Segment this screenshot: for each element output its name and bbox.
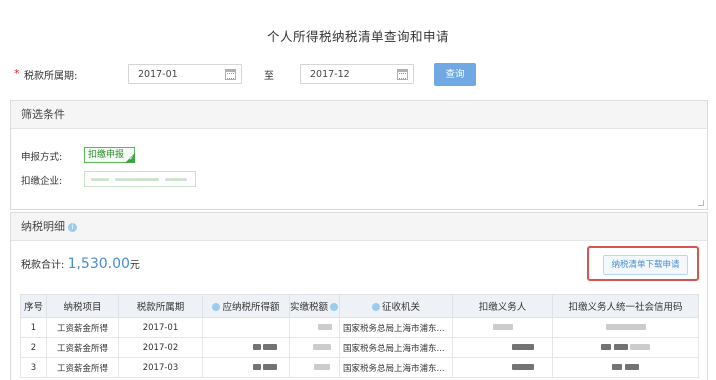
cell-period: 2017-03: [118, 357, 203, 378]
info-icon[interactable]: i: [68, 223, 77, 232]
column-header-label: 实缴税额: [290, 302, 329, 313]
column-header: 应纳税所得额: [202, 294, 290, 318]
redacted-text: [624, 364, 639, 370]
table-row[interactable]: 1 工资薪金所得 2017-01 国家税务总局上海市浦东...: [20, 317, 699, 338]
cell-taxable-income: [202, 317, 290, 338]
cell-period: 2017-02: [118, 337, 203, 358]
total-unit: 元: [129, 260, 140, 271]
column-header: 纳税项目: [46, 294, 119, 318]
declare-method-tag[interactable]: 扣缴申报 ✓: [84, 147, 135, 163]
column-header: 扣缴义务人: [452, 294, 553, 318]
cell-tax-paid: [289, 357, 340, 378]
tax-detail-table: 序号 纳税项目 税款所属期 应纳税所得额 实缴税额 征收机关 扣缴义务人 扣缴义…: [20, 294, 699, 378]
table-header-row: 序号 纳税项目 税款所属期 应纳税所得额 实缴税额 征收机关 扣缴义务人 扣缴义…: [20, 294, 699, 318]
cell-item: 工资薪金所得: [46, 357, 119, 378]
column-header: 实缴税额: [289, 294, 340, 318]
cell-item: 工资薪金所得: [46, 317, 119, 338]
detail-panel-title: 纳税明细: [21, 220, 65, 233]
column-header: 扣缴义务人统一社会信用码: [552, 294, 699, 318]
redacted-text: [612, 364, 623, 370]
cell-withholder: [452, 337, 553, 358]
cell-withholder: [452, 357, 553, 378]
cell-authority: 国家税务总局上海市浦东...: [339, 357, 453, 378]
redacted-text: [317, 324, 332, 330]
declare-method-label: 申报方式:: [21, 152, 63, 163]
table-row[interactable]: 2 工资薪金所得 2017-02 国家税务总局上海市浦东...: [20, 337, 699, 358]
redacted-text: [600, 344, 611, 350]
declare-method-tag-label: 扣缴申报: [88, 150, 125, 160]
to-label: 至: [264, 71, 274, 82]
redacted-text: [511, 364, 534, 370]
start-date-input[interactable]: 2017-01: [128, 64, 242, 84]
cell-taxable-income: [202, 337, 290, 358]
cell-tax-paid: [289, 317, 340, 338]
query-row: * 税款所属期: 2017-01 至 2017-12 查询: [0, 58, 716, 88]
query-button[interactable]: 查询: [434, 63, 476, 86]
redacted-text: [605, 324, 646, 330]
column-header: 序号: [20, 294, 47, 318]
start-date-value: 2017-01: [138, 69, 178, 80]
info-icon[interactable]: [371, 303, 380, 311]
redacted-text: [263, 344, 278, 350]
end-date-value: 2017-12: [310, 69, 350, 80]
redacted-text: [165, 178, 187, 181]
column-header: 税款所属期: [118, 294, 203, 318]
filter-panel: 筛选条件 申报方式: 扣缴申报 ✓ 扣缴企业:: [10, 100, 708, 210]
tax-total: 税款合计: 1,530.00元: [21, 256, 140, 272]
download-request-button[interactable]: 纳税清单下载申请: [603, 255, 688, 275]
redacted-text: [492, 324, 513, 330]
redacted-text: [630, 344, 651, 350]
redacted-text: [511, 344, 534, 350]
redacted-text: [613, 344, 628, 350]
company-select[interactable]: [84, 171, 196, 187]
check-icon: ✓: [128, 155, 134, 162]
resize-handle-icon[interactable]: [698, 200, 704, 206]
cell-credit-code: [552, 317, 699, 338]
column-header-label: 征收机关: [381, 302, 420, 313]
cell-authority: 国家税务总局上海市浦东...: [339, 317, 453, 338]
page-title: 个人所得税纳税清单查询和申请: [266, 29, 449, 44]
redacted-text: [313, 364, 330, 370]
cell-tax-paid: [289, 337, 340, 358]
cell-no: 3: [20, 357, 47, 378]
cell-item: 工资薪金所得: [46, 337, 119, 358]
cell-taxable-income: [202, 357, 290, 378]
redacted-text: [252, 364, 261, 370]
required-mark: *: [14, 67, 20, 80]
cell-authority: 国家税务总局上海市浦东...: [339, 337, 453, 358]
redacted-text: [312, 344, 331, 350]
cell-period: 2017-01: [118, 317, 203, 338]
calendar-icon[interactable]: [225, 69, 236, 80]
total-label: 税款合计:: [21, 260, 65, 271]
cell-withholder: [452, 317, 553, 338]
cell-credit-code: [552, 337, 699, 358]
company-label: 扣缴企业:: [21, 176, 63, 187]
cell-credit-code: [552, 357, 699, 378]
redacted-text: [91, 178, 109, 181]
cell-no: 1: [20, 317, 47, 338]
cell-no: 2: [20, 337, 47, 358]
period-label: 税款所属期:: [24, 71, 78, 82]
redacted-text: [263, 364, 278, 370]
info-icon[interactable]: [330, 303, 339, 311]
calendar-icon[interactable]: [397, 69, 408, 80]
detail-panel-header: 纳税明细 i: [11, 213, 707, 241]
redacted-text: [252, 344, 261, 350]
table-row[interactable]: 3 工资薪金所得 2017-03 国家税务总局上海市浦东...: [20, 357, 699, 378]
total-amount: 1,530.00: [67, 256, 130, 272]
redacted-text: [115, 178, 159, 181]
end-date-input[interactable]: 2017-12: [300, 64, 414, 84]
info-icon[interactable]: [212, 303, 221, 311]
filter-panel-title: 筛选条件: [11, 101, 707, 129]
column-header-label: 应纳税所得额: [222, 302, 280, 313]
column-header: 征收机关: [339, 294, 453, 318]
